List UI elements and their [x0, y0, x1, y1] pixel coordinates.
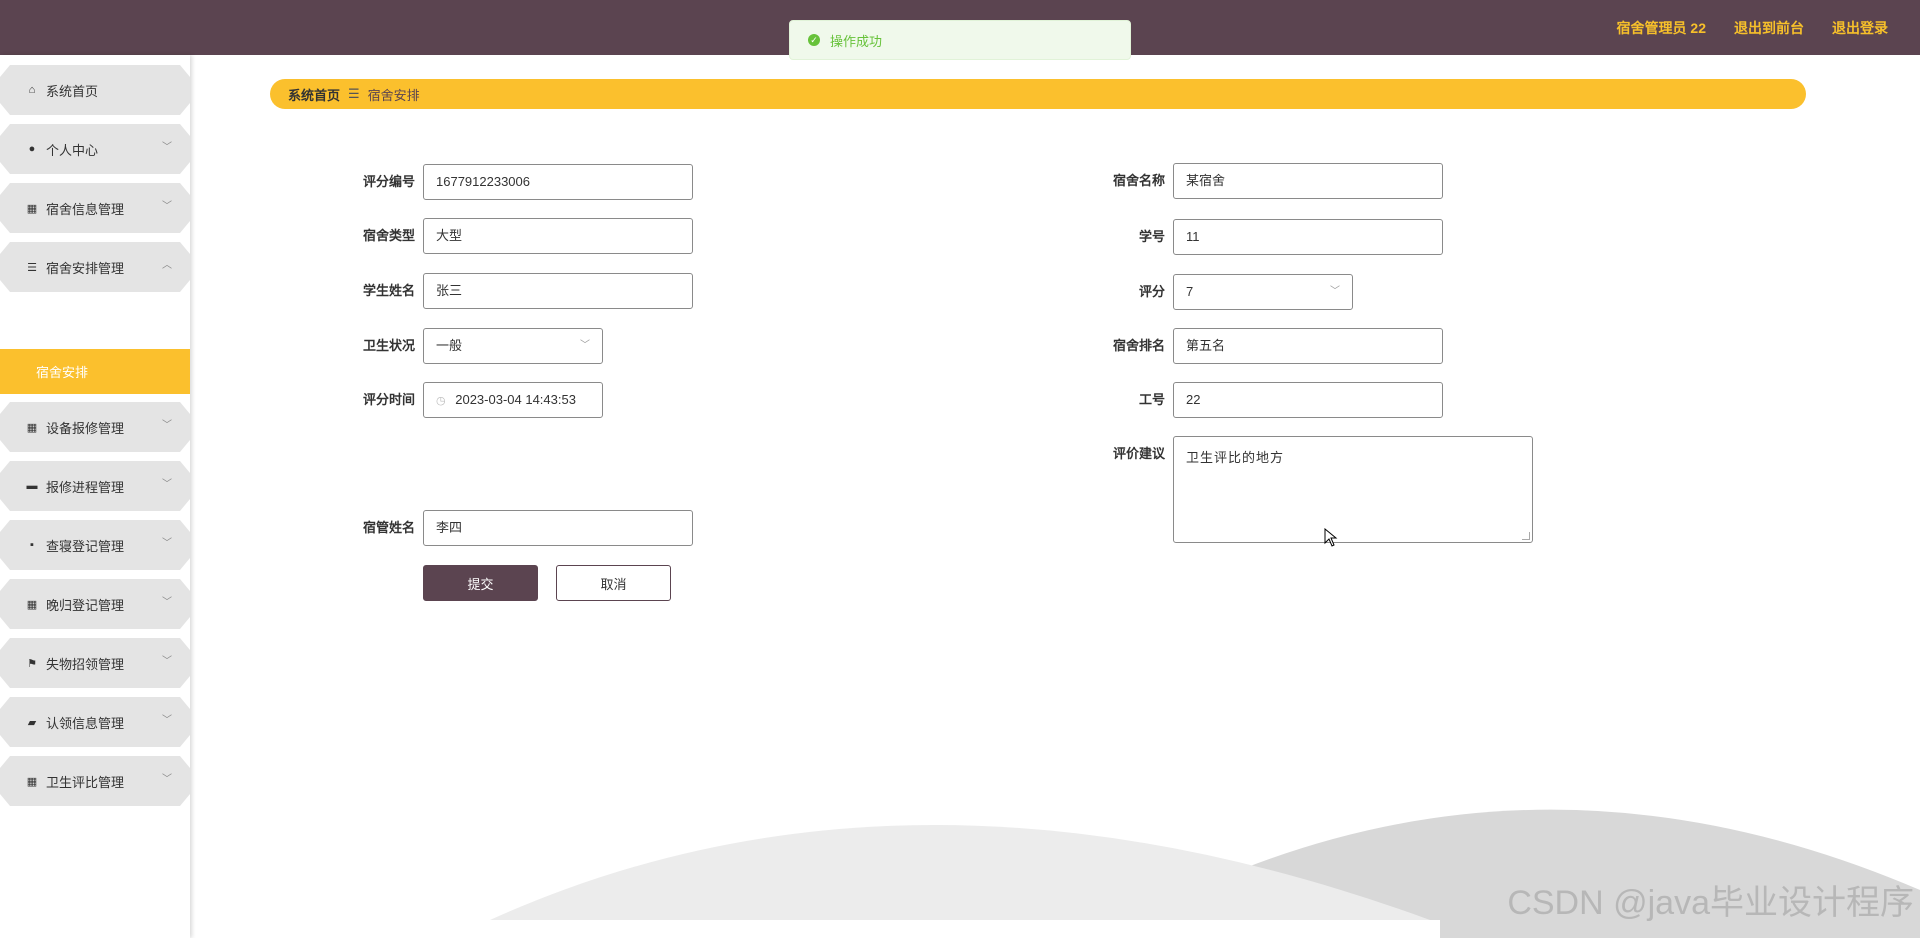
student-name-input[interactable]: 张三: [423, 273, 693, 309]
suggestion-label: 评价建议: [1112, 446, 1165, 461]
clock-icon: ◷: [436, 395, 446, 407]
chevron-down-icon: ﹀: [162, 538, 172, 549]
success-toast: ✓ 操作成功: [789, 20, 1131, 60]
sidebar-item-label: 卫生评比管理: [46, 774, 125, 790]
chevron-down-icon: ﹀: [162, 774, 172, 785]
dorm-type-label: 宿舍类型: [362, 228, 415, 243]
score-select[interactable]: 7 ﹀: [1173, 274, 1353, 310]
sidebar-item-dorm-info[interactable]: ▦ 宿舍信息管理 ﹀: [0, 183, 190, 233]
staff-no-input[interactable]: 22: [1173, 382, 1443, 418]
cancel-button[interactable]: 取消: [556, 565, 671, 601]
chevron-down-icon: ﹀: [162, 201, 172, 212]
sidebar-item-claim-info[interactable]: ▰ 认领信息管理 ﹀: [0, 697, 190, 747]
suggestion-textarea[interactable]: 卫生评比的地方: [1173, 436, 1533, 543]
staff-no-label: 工号: [1138, 392, 1165, 407]
chevron-down-icon: ﹀: [1330, 286, 1340, 297]
monitor-icon: ▬: [26, 480, 38, 492]
csdn-watermark: CSDN @java毕业设计程序: [1507, 884, 1914, 922]
dorm-rank-label: 宿舍排名: [1112, 338, 1165, 353]
score-label: 评分: [1138, 284, 1165, 299]
sidebar-item-repair[interactable]: ▦ 设备报修管理 ﹀: [0, 402, 190, 452]
grid-icon: ▦: [26, 421, 38, 434]
sidebar-item-dorm-check[interactable]: ▪ 查寝登记管理 ﹀: [0, 520, 190, 570]
sidebar-item-label: 报修进程管理: [46, 479, 125, 495]
sidebar-item-label: 个人中心: [46, 142, 99, 158]
chevron-down-icon: ﹀: [162, 420, 172, 431]
sidebar-item-lost-found[interactable]: ⚑ 失物招领管理 ﹀: [0, 638, 190, 688]
sidebar-item-label: 认领信息管理: [46, 715, 125, 731]
dorm-rank-input[interactable]: 第五名: [1173, 328, 1443, 364]
sidebar-item-personal-center[interactable]: ● 个人中心 ﹀: [0, 124, 190, 174]
submit-button[interactable]: 提交: [423, 565, 538, 601]
user-icon: ●: [28, 143, 36, 155]
chevron-down-icon: ﹀: [162, 597, 172, 608]
dorm-name-input[interactable]: 某宿舍: [1173, 163, 1443, 199]
sidebar-subitem-dorm-arrangement[interactable]: 宿舍安排: [0, 349, 190, 394]
hygiene-label: 卫生状况: [362, 338, 415, 353]
sidebar-item-label: 设备报修管理: [46, 420, 125, 436]
score-no-label: 评分编号: [362, 174, 415, 189]
list-icon: ☰: [27, 261, 37, 274]
mouse-cursor-icon: [1324, 528, 1338, 547]
sidebar-item-hygiene[interactable]: ▦ 卫生评比管理 ﹀: [0, 756, 190, 806]
score-time-picker[interactable]: ◷ 2023-03-04 14:43:53: [423, 382, 603, 418]
chevron-down-icon: ﹀: [580, 340, 590, 351]
chevron-down-icon: ﹀: [162, 479, 172, 490]
student-no-input[interactable]: 11: [1173, 219, 1443, 255]
breadcrumb: 系统首页 ☰ 宿舍安排: [270, 79, 1806, 109]
chat-icon: ▪: [30, 539, 34, 551]
grid-icon: ▦: [26, 598, 38, 611]
breadcrumb-current: 宿舍安排: [367, 87, 420, 103]
current-user-label: 宿舍管理员 22: [1616, 19, 1706, 36]
chevron-down-icon: ﹀: [162, 656, 172, 667]
sidebar-item-late-return[interactable]: ▦ 晚归登记管理 ﹀: [0, 579, 190, 629]
exit-to-frontend-link[interactable]: 退出到前台: [1734, 18, 1804, 38]
sidebar-item-label: 宿舍安排管理: [46, 260, 125, 276]
hygiene-select-value: 一般: [436, 338, 463, 353]
sidebar: ⌂ 系统首页 ● 个人中心 ﹀ ▦ 宿舍信息管理 ﹀ ☰ 宿舍安排管理 ︿ 宿舍…: [0, 55, 190, 938]
sidebar-item-label: 晚归登记管理: [46, 597, 125, 613]
dorm-type-input[interactable]: 大型: [423, 218, 693, 254]
sidebar-item-dorm-arrangement[interactable]: ☰ 宿舍安排管理 ︿: [0, 242, 190, 292]
student-name-label: 学生姓名: [362, 283, 415, 298]
home-icon: ⌂: [28, 84, 36, 96]
logout-link[interactable]: 退出登录: [1832, 18, 1888, 38]
breadcrumb-separator-icon: ☰: [348, 86, 360, 101]
resize-handle-icon[interactable]: [1522, 532, 1530, 540]
ticket-icon: ▰: [27, 716, 37, 729]
grid-icon: ▦: [26, 775, 38, 788]
score-time-label: 评分时间: [362, 392, 415, 407]
header-nav: 宿舍管理员 22 退出到前台 退出登录: [1617, 0, 1888, 55]
grid-icon: ▦: [26, 202, 38, 215]
sidebar-item-label: 失物招领管理: [46, 656, 125, 672]
breadcrumb-home[interactable]: 系统首页: [288, 85, 340, 104]
sidebar-item-label: 系统首页: [46, 83, 99, 99]
check-circle-icon: ✓: [808, 34, 820, 46]
chevron-down-icon: ﹀: [162, 142, 172, 153]
chevron-down-icon: ﹀: [162, 715, 172, 726]
manager-name-input[interactable]: 李四: [423, 510, 693, 546]
sidebar-item-repair-progress[interactable]: ▬ 报修进程管理 ﹀: [0, 461, 190, 511]
sidebar-item-label: 查寝登记管理: [46, 538, 125, 554]
sidebar-item-label: 宿舍信息管理: [46, 201, 125, 217]
score-no-input[interactable]: 1677912233006: [423, 164, 693, 200]
dorm-name-label: 宿舍名称: [1112, 173, 1165, 188]
hygiene-select[interactable]: 一般 ﹀: [423, 328, 603, 364]
chevron-up-icon: ︿: [162, 260, 172, 271]
student-no-label: 学号: [1138, 229, 1165, 244]
score-select-value: 7: [1186, 284, 1194, 299]
suggestion-text: 卫生评比的地方: [1186, 450, 1285, 465]
score-time-value: 2023-03-04 14:43:53: [455, 392, 576, 407]
sidebar-item-home[interactable]: ⌂ 系统首页: [0, 65, 190, 115]
toast-message: 操作成功: [830, 33, 883, 49]
manager-name-label: 宿管姓名: [362, 520, 415, 535]
flag-icon: ⚑: [27, 657, 37, 670]
